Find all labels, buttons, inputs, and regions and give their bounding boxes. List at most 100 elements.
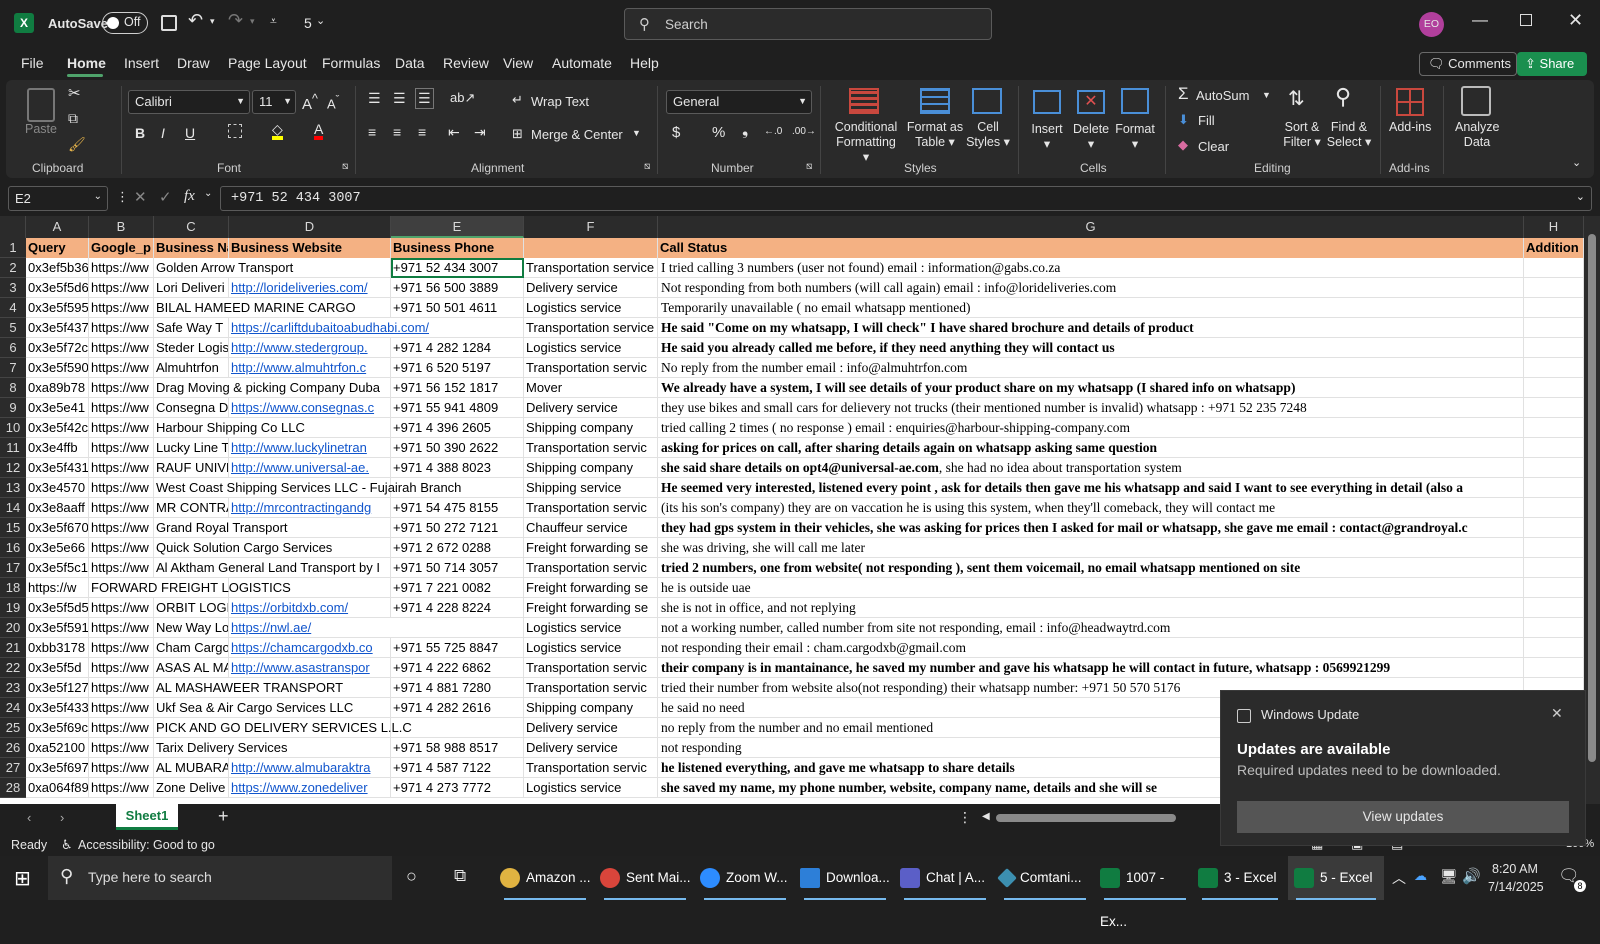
menu-view[interactable]: View <box>503 55 533 71</box>
name-box[interactable]: E2 ⌄ <box>8 186 108 211</box>
cell-e[interactable]: Business Phone <box>391 238 524 258</box>
cell-c[interactable]: Consegna D <box>154 398 229 418</box>
cell-a[interactable]: 0x3e5f670 <box>26 518 89 538</box>
format-cells-button[interactable]: Format ▾ <box>1115 122 1155 152</box>
cell-g[interactable]: their company is in mantainance, he save… <box>658 658 1524 678</box>
format-as-table-button[interactable]: Format as Table ▾ <box>905 120 965 150</box>
cell-h[interactable] <box>1524 458 1584 478</box>
cell-d[interactable]: Business Website <box>229 238 391 258</box>
cell-f[interactable]: Delivery service <box>524 398 658 418</box>
cell-h[interactable] <box>1524 338 1584 358</box>
cancel-icon[interactable]: ✕ <box>134 188 147 206</box>
row-header[interactable]: 2 <box>0 258 26 278</box>
clock-date[interactable]: 7/14/2025 <box>1488 880 1544 894</box>
cell-a[interactable]: 0xa89b78 <box>26 378 89 398</box>
row-header[interactable]: 4 <box>0 298 26 318</box>
cell-g[interactable]: she is not in office, and not replying <box>658 598 1524 618</box>
cell-e[interactable]: +971 50 714 3057 <box>391 558 524 578</box>
orientation-icon[interactable]: ab↗ <box>450 90 475 106</box>
cell-c[interactable]: Grand Royal Transport <box>154 518 288 538</box>
cell-e[interactable]: +971 4 881 7280 <box>391 678 524 698</box>
cell-b[interactable]: https://ww <box>89 638 154 658</box>
cell-e[interactable]: +971 6 520 5197 <box>391 358 524 378</box>
cell-b[interactable]: https://ww <box>89 718 154 738</box>
cell-c[interactable]: Al Aktham General Land Transport by I <box>154 558 380 578</box>
row-header[interactable]: 9 <box>0 398 26 418</box>
cell-a[interactable]: 0x3e5f5d5 <box>26 598 89 618</box>
row-header[interactable]: 6 <box>0 338 26 358</box>
row-header[interactable]: 20 <box>0 618 26 638</box>
row-header[interactable]: 5 <box>0 318 26 338</box>
cell-b[interactable]: https://ww <box>89 518 154 538</box>
menu-insert[interactable]: Insert <box>124 55 159 71</box>
column-header-d[interactable]: D <box>229 216 391 238</box>
cell-b[interactable]: https://ww <box>89 498 154 518</box>
cut-icon[interactable]: ✂ <box>68 84 81 102</box>
cell-a[interactable]: https://w <box>26 578 89 598</box>
collapse-ribbon-icon[interactable]: ⌄ <box>1572 156 1581 169</box>
more-options-icon[interactable]: ⋮ <box>116 189 129 205</box>
cell-e[interactable]: +971 50 501 4611 <box>391 298 524 318</box>
taskbar-search[interactable]: ⚲ Type here to search <box>48 856 392 900</box>
cell-f[interactable]: Transportation servic <box>524 678 658 698</box>
cell-a[interactable]: 0x3e5f5d6 <box>26 278 89 298</box>
cell-f[interactable]: Mover <box>524 378 658 398</box>
underline-icon[interactable]: U <box>185 125 195 141</box>
menu-file[interactable]: File <box>21 55 44 71</box>
increase-decimal-icon[interactable]: ←.0 <box>764 126 782 137</box>
cell-a[interactable]: 0x3e8aaff <box>26 498 89 518</box>
cell-g[interactable]: He seemed very interested, listened ever… <box>658 478 1524 498</box>
chevron-down-icon[interactable]: ▼ <box>1262 90 1271 100</box>
cell-d[interactable]: https://carliftdubaitoabudhabi.com/ <box>229 318 429 338</box>
undo-icon[interactable]: ↶ <box>188 10 203 31</box>
cell-e[interactable]: +971 4 396 2605 <box>391 418 524 438</box>
search-box[interactable]: ⚲ Search <box>624 8 992 40</box>
row-header[interactable]: 18 <box>0 578 26 598</box>
cell-f[interactable]: Shipping company <box>524 418 658 438</box>
cell-g[interactable]: tried calling 2 times ( no response ) em… <box>658 418 1524 438</box>
cell-h[interactable] <box>1524 578 1584 598</box>
increase-font-icon[interactable]: A^ <box>302 92 318 113</box>
cell-b[interactable]: https://ww <box>89 678 154 698</box>
paste-icon[interactable] <box>27 88 55 122</box>
cell-c[interactable]: Golden Arrow Transport <box>154 258 293 278</box>
cell-g[interactable]: he is outside uae <box>658 578 1524 598</box>
find-select-button[interactable]: Find & Select ▾ <box>1326 120 1372 150</box>
cell-a[interactable]: 0x3e5f595 <box>26 298 89 318</box>
redo-icon[interactable]: ↷ <box>228 10 243 31</box>
row-header[interactable]: 21 <box>0 638 26 658</box>
cell-d[interactable]: http://www.universal-ae. <box>229 458 391 478</box>
cell-h[interactable] <box>1524 618 1584 638</box>
cell-h[interactable] <box>1524 498 1584 518</box>
bold-icon[interactable]: B <box>135 125 145 141</box>
windows-start-icon[interactable]: ⊞ <box>14 866 31 891</box>
cell-f[interactable]: Transportation servic <box>524 658 658 678</box>
cell-e[interactable]: +971 4 273 7772 <box>391 778 524 798</box>
taskbar-app-excel-1007[interactable]: 1007 - Ex... <box>1096 856 1194 929</box>
cell-a[interactable]: 0x3e5f431 <box>26 458 89 478</box>
cell-f[interactable]: Transportation service <box>524 318 658 338</box>
view-updates-button[interactable]: View updates <box>1237 801 1569 833</box>
currency-icon[interactable]: $ <box>672 124 680 141</box>
cell-h[interactable] <box>1524 298 1584 318</box>
format-painter-icon[interactable]: 🖌 <box>68 136 86 153</box>
cell-c[interactable]: Zone Delive <box>154 778 229 798</box>
number-format-select[interactable]: General ▼ <box>666 90 812 114</box>
cell-d[interactable]: http://www.asastranspor <box>229 658 391 678</box>
prev-sheet-icon[interactable]: ‹ <box>27 810 31 825</box>
taskbar-app-zoom[interactable]: Zoom W... <box>696 856 794 900</box>
cell-a[interactable]: 0x3e5f591 <box>26 618 89 638</box>
cell-a[interactable]: 0x3ef5b36 <box>26 258 89 278</box>
save-icon[interactable] <box>161 15 177 31</box>
cell-a[interactable]: 0x3e5f5c1 <box>26 558 89 578</box>
cell-c[interactable]: PICK AND GO DELIVERY SERVICES L.L.C <box>154 718 412 738</box>
cell-b[interactable]: https://ww <box>89 318 154 338</box>
cell-b[interactable]: FORWARD FREIGHT LOGISTICS <box>89 578 291 598</box>
cell-f[interactable]: Delivery service <box>524 718 658 738</box>
row-header[interactable]: 17 <box>0 558 26 578</box>
dialog-launcher-icon[interactable]: ⧅ <box>644 161 650 172</box>
decrease-font-icon[interactable]: Aˇ <box>327 94 339 111</box>
taskbar-app-sent-mail[interactable]: Sent Mai... <box>596 856 694 900</box>
cell-g[interactable]: We already have a system, I will see det… <box>658 378 1524 398</box>
cell-e[interactable]: +971 2 672 0288 <box>391 538 524 558</box>
